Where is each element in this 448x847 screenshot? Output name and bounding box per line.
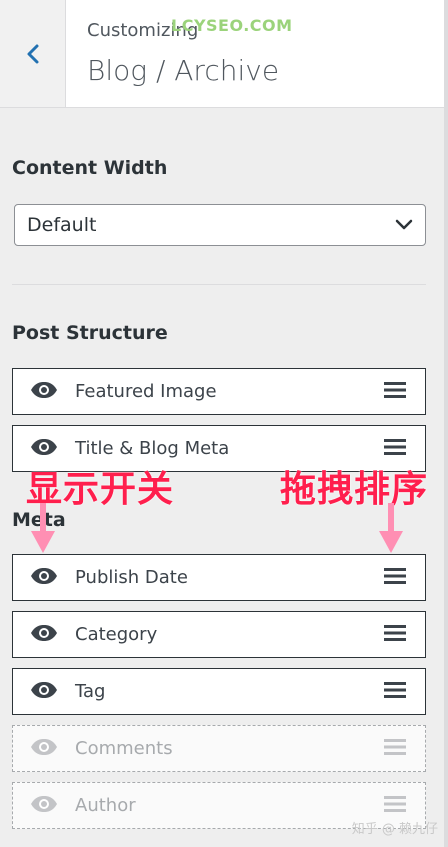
sortable-item[interactable]: Comments	[12, 725, 426, 772]
eye-icon	[30, 738, 58, 760]
menu-icon	[384, 438, 406, 459]
content-width-value: Default	[27, 214, 97, 236]
menu-icon	[384, 681, 406, 702]
eye-icon	[30, 681, 58, 703]
visibility-toggle[interactable]	[13, 783, 75, 828]
content-width-select[interactable]: Default	[14, 204, 426, 246]
eye-icon	[30, 567, 58, 589]
menu-icon	[384, 795, 406, 816]
sortable-item[interactable]: Tag	[12, 668, 426, 715]
item-label: Category	[75, 624, 158, 645]
drag-handle[interactable]	[365, 669, 425, 714]
item-label: Author	[75, 795, 136, 816]
drag-annotation: 拖拽排序	[280, 469, 429, 510]
sortable-item[interactable]: Category	[12, 611, 426, 658]
sortable-item[interactable]: Publish Date	[12, 554, 426, 601]
content-width-label: Content Width	[12, 157, 168, 179]
sortable-item[interactable]: Featured Image	[12, 368, 426, 415]
chevron-down-icon	[395, 219, 413, 230]
menu-icon	[384, 567, 406, 588]
item-label: Title & Blog Meta	[75, 438, 230, 459]
eye-icon	[30, 795, 58, 817]
footer-watermark: 知乎 @ 赖九仔	[351, 822, 438, 837]
visibility-toggle[interactable]	[13, 669, 75, 714]
eye-icon	[30, 381, 58, 403]
panel-edge	[444, 0, 448, 847]
menu-icon	[384, 381, 406, 402]
post-structure-label: Post Structure	[12, 322, 168, 344]
drag-handle[interactable]	[365, 369, 425, 414]
item-label: Tag	[75, 681, 106, 702]
menu-icon	[384, 624, 406, 645]
visibility-toggle[interactable]	[13, 612, 75, 657]
item-label: Publish Date	[75, 567, 188, 588]
eye-icon	[30, 438, 58, 460]
back-button[interactable]	[0, 0, 66, 107]
item-label: Comments	[75, 738, 173, 759]
drag-handle[interactable]	[365, 612, 425, 657]
drag-handle[interactable]	[365, 726, 425, 771]
visibility-toggle[interactable]	[13, 369, 75, 414]
menu-icon	[384, 738, 406, 759]
chevron-left-icon	[27, 44, 38, 63]
page-title: Blog / Archive	[87, 54, 280, 87]
arrow-down-icon	[31, 503, 55, 553]
arrow-down-icon	[379, 503, 403, 553]
drag-handle[interactable]	[365, 555, 425, 600]
visibility-toggle[interactable]	[13, 555, 75, 600]
eye-icon	[30, 624, 58, 646]
site-watermark: LCYSEO.COM	[171, 16, 293, 35]
visibility-toggle[interactable]	[13, 726, 75, 771]
section-divider	[12, 284, 426, 285]
item-label: Featured Image	[75, 381, 217, 402]
customizer-header: Customizing Blog / Archive LCYSEO.COM	[0, 0, 444, 108]
